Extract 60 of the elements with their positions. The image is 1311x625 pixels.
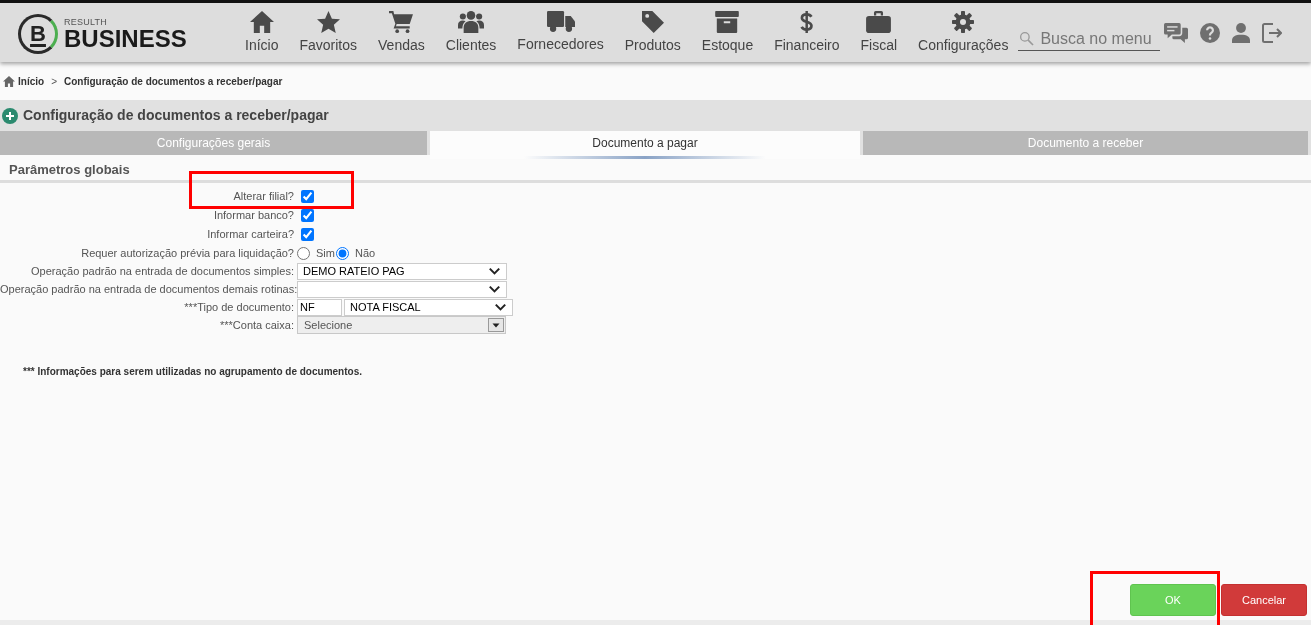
star-icon: [316, 11, 340, 33]
radio-button[interactable]: [335, 246, 349, 260]
breadcrumb-current: Configuração de documentos a receber/pagar: [63, 74, 283, 89]
user-icon[interactable]: [1232, 23, 1251, 43]
field-label: ***Conta caixa:: [219, 317, 294, 333]
nav-item[interactable]: Clientes: [445, 11, 497, 54]
plus-icon[interactable]: [2, 107, 18, 124]
text-input[interactable]: NF: [297, 298, 342, 316]
nav-item[interactable]: Configurações: [918, 11, 1009, 54]
nav-item[interactable]: Fiscal: [860, 11, 898, 54]
dropdown[interactable]: DEMO RATEIO PAG: [297, 262, 507, 280]
logo-mark: B: [18, 14, 58, 54]
field-label: ***Tipo de documento:: [183, 299, 294, 315]
logout-icon[interactable]: [1262, 23, 1283, 43]
search-field[interactable]: Busca no menu: [1018, 27, 1161, 51]
home-icon: [249, 11, 274, 33]
breadcrumb-separator: >: [51, 74, 57, 89]
nav-item[interactable]: Início: [245, 11, 279, 54]
option-label: Sim: [316, 245, 335, 261]
checkbox[interactable]: [301, 190, 314, 203]
dollar-icon: [800, 11, 814, 33]
field-label: Operação padrão na entrada de documentos simples:: [30, 263, 294, 279]
checkbox[interactable]: [301, 228, 314, 241]
option-label: Não: [354, 245, 376, 261]
field-label: Requer autorização prévia para liquidação?: [80, 245, 294, 261]
archive-box-icon: [715, 11, 740, 33]
tab[interactable]: Documento a pagar: [430, 131, 860, 159]
chevron-down-icon: [489, 267, 500, 275]
nav-item[interactable]: Financeiro: [774, 11, 840, 54]
gear-icon: [952, 11, 975, 33]
dropdown[interactable]: NOTA FISCAL: [344, 298, 513, 316]
section-title: Parâmetros globais: [9, 160, 130, 179]
chevron-down-icon: [489, 285, 500, 293]
dropdown[interactable]: Selecione: [297, 316, 506, 334]
cancel-button[interactable]: Cancelar: [1221, 584, 1307, 616]
home-icon: [3, 75, 15, 87]
truck-icon: [546, 11, 575, 32]
breadcrumb-link[interactable]: Início: [3, 73, 45, 89]
page-title: Configuração de documentos a receber/pagar: [23, 106, 329, 125]
nav-item[interactable]: Produtos: [624, 11, 681, 54]
nav-item[interactable]: Fornecedores: [517, 11, 604, 54]
search-icon: [1020, 31, 1035, 46]
cart-icon: [389, 11, 414, 33]
checkbox[interactable]: [301, 209, 314, 222]
logo-wordmark: BUSINESS: [64, 27, 187, 51]
field-label: Alterar filial?: [232, 189, 294, 205]
nav-item[interactable]: Estoque: [701, 11, 754, 54]
tag-icon: [641, 11, 664, 33]
briefcase-icon: [866, 11, 892, 33]
field-label: Informar carteira?: [206, 227, 294, 243]
chat-icon[interactable]: [1164, 23, 1189, 43]
logo-tagline: RESULTH: [64, 17, 108, 27]
users-icon: [458, 11, 485, 33]
help-icon[interactable]: [1200, 23, 1221, 43]
radio-button[interactable]: [297, 246, 310, 260]
field-label: Informar banco?: [212, 208, 294, 224]
chevron-down-icon: [495, 303, 506, 311]
nav-item[interactable]: Favoritos: [299, 11, 358, 54]
footnote: *** Informações para serem utilizadas no agrupamento de documentos.: [23, 365, 362, 379]
nav-item[interactable]: Vendas: [378, 11, 425, 54]
